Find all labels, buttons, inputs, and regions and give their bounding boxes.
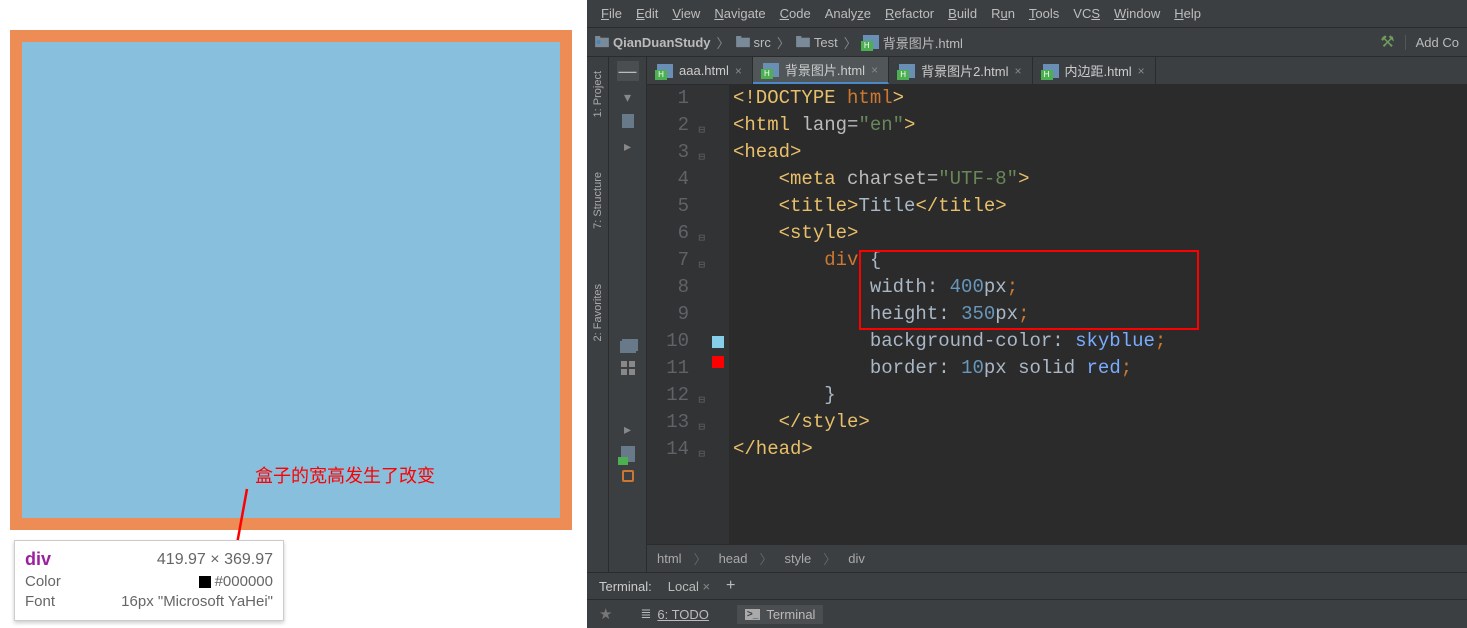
close-icon[interactable]: ×	[1014, 64, 1021, 78]
orange-mark-icon[interactable]	[622, 470, 634, 482]
menu-build[interactable]: Build	[942, 4, 983, 23]
menu-vcs[interactable]: VCS	[1067, 4, 1106, 23]
fold-icon[interactable]: ⊟	[698, 415, 705, 442]
collapse-button[interactable]: —	[617, 61, 639, 81]
code-content[interactable]: <!DOCTYPE html> <html lang="en"> <head> …	[729, 85, 1467, 544]
terminal-icon: >_	[745, 609, 760, 620]
code-breadcrumb: html〉 head〉 style〉 div	[647, 544, 1467, 572]
terminal-tab-local[interactable]: Local ×	[668, 579, 710, 594]
crumb-div[interactable]: div	[848, 551, 865, 566]
color-marker-red[interactable]	[712, 356, 724, 368]
fold-icon[interactable]: ⊟	[698, 145, 705, 172]
html-file-icon	[657, 64, 673, 78]
fold-icon[interactable]: ⊟	[698, 253, 705, 280]
fold-icon[interactable]: ⊟	[698, 226, 705, 253]
side-tab-project[interactable]: 1: Project	[592, 71, 604, 117]
fold-icon[interactable]: ⊟	[698, 442, 705, 469]
devtools-tooltip: div 419.97 × 369.97 Color #000000 Font 1…	[14, 540, 284, 621]
nav-sep: 〉	[777, 33, 790, 52]
color-marker-skyblue[interactable]	[712, 336, 724, 348]
play-arrow-icon[interactable]: ▸	[624, 138, 631, 155]
tooltip-color-value: #000000	[199, 572, 273, 592]
terminal-add-button[interactable]: +	[726, 577, 735, 595]
folder-icon	[796, 36, 810, 48]
menu-analyze[interactable]: Analyze	[819, 4, 877, 23]
tab-label: 内边距.html	[1065, 61, 1132, 80]
tab-beijingtupian2[interactable]: 背景图片2.html ×	[889, 57, 1032, 84]
menu-file[interactable]: File	[595, 4, 628, 23]
tab-label: aaa.html	[679, 63, 729, 78]
close-icon[interactable]: ×	[1138, 64, 1145, 78]
crumb-style[interactable]: style	[785, 551, 812, 566]
html-file-icon	[763, 63, 779, 77]
menu-code[interactable]: Code	[774, 4, 817, 23]
tab-beijingtupian[interactable]: 背景图片.html ×	[753, 57, 889, 84]
add-config-button[interactable]: Add Co	[1405, 35, 1459, 50]
terminal-label: Terminal:	[599, 579, 652, 594]
menubar: File Edit View Navigate Code Analyze Ref…	[587, 0, 1467, 28]
marker-column	[707, 85, 729, 544]
file-icon[interactable]	[622, 114, 634, 128]
tooltip-tagname: div	[25, 549, 51, 570]
bottom-tab-terminal[interactable]: >_ Terminal	[737, 605, 824, 624]
side-tab-favorites[interactable]: 2: Favorites	[592, 284, 604, 341]
menu-view[interactable]: View	[666, 4, 706, 23]
tab-label: 背景图片2.html	[921, 61, 1008, 80]
project-folder-icon	[595, 36, 609, 48]
build-hammer-icon[interactable]: ⚒	[1380, 32, 1394, 52]
html-file-icon	[863, 35, 879, 49]
tooltip-dimensions: 419.97 × 369.97	[157, 551, 273, 569]
menu-help[interactable]: Help	[1168, 4, 1207, 23]
editor-tabs: aaa.html × 背景图片.html × 背景图片2.html × 内边距.htm…	[647, 57, 1467, 85]
menu-refactor[interactable]: Refactor	[879, 4, 940, 23]
folder-icon	[736, 36, 750, 48]
menu-navigate[interactable]: Navigate	[708, 4, 771, 23]
star-icon[interactable]: ★	[599, 605, 612, 623]
menu-window[interactable]: Window	[1108, 4, 1166, 23]
tooltip-font-value: 16px "Microsoft YaHei"	[121, 592, 273, 612]
tab-neibianju[interactable]: 内边距.html ×	[1033, 57, 1156, 84]
tab-label: 背景图片.html	[785, 60, 865, 79]
file-stack-icon[interactable]	[620, 341, 636, 353]
nav-file[interactable]: 背景图片.html	[883, 33, 963, 52]
annotation-text: 盒子的宽高发生了改变	[255, 462, 435, 488]
crumb-html[interactable]: html	[657, 551, 682, 566]
menu-tools[interactable]: Tools	[1023, 4, 1065, 23]
tab-aaa[interactable]: aaa.html ×	[647, 57, 753, 84]
bottom-tab-todo[interactable]: ≣ 6: TODO	[632, 604, 716, 624]
tooltip-font-label: Font	[25, 592, 55, 612]
close-icon[interactable]: ×	[735, 64, 742, 78]
fold-icon[interactable]: ⊟	[698, 388, 705, 415]
expand-arrow-icon[interactable]: ▾	[624, 89, 631, 106]
nav-sep: 〉	[844, 33, 857, 52]
green-file-icon[interactable]	[621, 446, 635, 462]
crumb-head[interactable]: head	[719, 551, 748, 566]
side-tab-structure[interactable]: 7: Structure	[592, 172, 604, 229]
ide-window: File Edit View Navigate Code Analyze Ref…	[587, 0, 1467, 628]
menu-edit[interactable]: Edit	[630, 4, 664, 23]
terminal-tabs: Terminal: Local × +	[587, 572, 1467, 599]
close-icon[interactable]: ×	[702, 579, 710, 594]
close-icon[interactable]: ×	[871, 63, 878, 77]
bottom-tool-bar: ★ ≣ 6: TODO >_ Terminal	[587, 599, 1467, 628]
html-file-icon	[1043, 64, 1059, 78]
nav-src[interactable]: src	[754, 35, 771, 50]
browser-preview-pane: 盒子的宽高发生了改变 div 419.97 × 369.97 Color #00…	[0, 0, 587, 628]
menu-run[interactable]: Run	[985, 4, 1021, 23]
play-arrow-icon[interactable]: ▸	[624, 421, 631, 438]
nav-project[interactable]: QianDuanStudy	[613, 35, 711, 50]
html-file-icon	[899, 64, 915, 78]
nav-test[interactable]: Test	[814, 35, 838, 50]
project-tool-column: — ▾ ▸ ▸	[609, 57, 647, 572]
code-editor[interactable]: 1 2 3 4 5 6 7 8 9 10 11 12 13 14	[647, 85, 1467, 544]
rendered-box: 盒子的宽高发生了改变	[10, 30, 572, 530]
tooltip-color-label: Color	[25, 572, 61, 592]
nav-sep: 〉	[717, 33, 730, 52]
grid-icon[interactable]	[621, 361, 635, 375]
nav-breadcrumb: QianDuanStudy 〉 src 〉 Test 〉 背景图片.html ⚒…	[587, 28, 1467, 57]
left-tool-strip: 1: Project 7: Structure 2: Favorites	[587, 57, 609, 572]
line-gutter: 1 2 3 4 5 6 7 8 9 10 11 12 13 14	[647, 85, 707, 544]
fold-icon[interactable]: ⊟	[698, 118, 705, 145]
color-swatch	[199, 576, 211, 588]
